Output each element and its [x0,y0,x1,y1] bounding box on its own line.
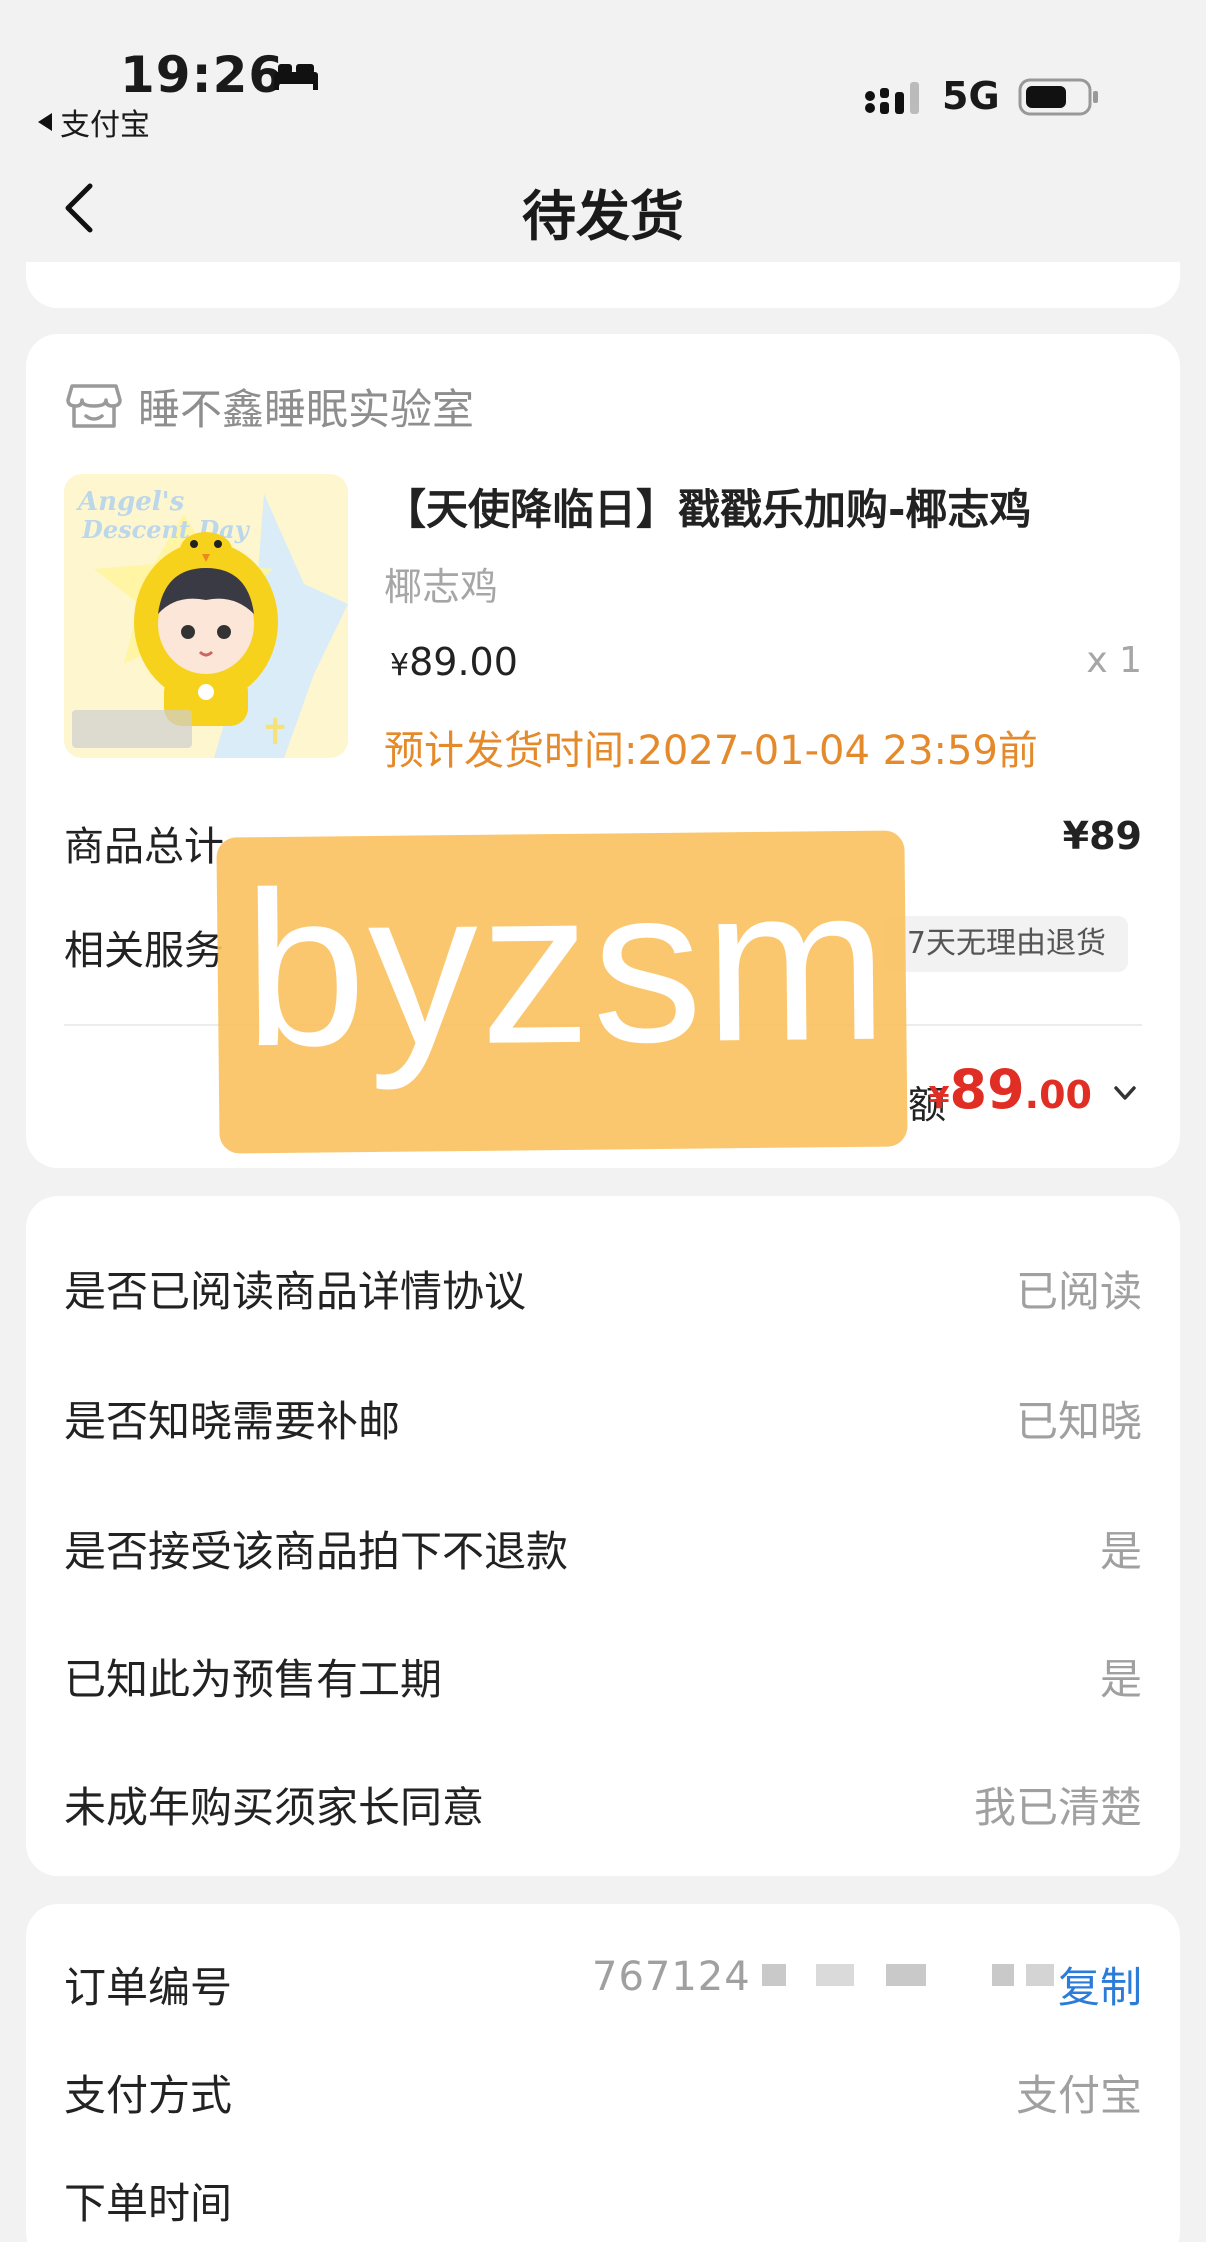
status-bar: 19:26 支付宝 5G [0,0,1206,150]
network-type: 5G [942,74,1000,118]
agreement-row[interactable]: 是否已阅读商品详情协议 已阅读 [64,1258,1142,1318]
order-number-row: 订单编号 767124 复制 [64,1954,1142,2014]
agreements-card: 是否已阅读商品详情协议 已阅读 是否知晓需要补邮 已知晓 是否接受该商品拍下不退… [26,1196,1180,1876]
bed-icon [274,64,318,90]
agreement-answer: 已阅读 [1015,1267,1142,1316]
pay-symbol: ¥ [928,1081,950,1116]
service-tag[interactable]: 7天无理由退货 [884,916,1128,972]
agreement-answer: 已知晓 [1015,1397,1142,1446]
product-title[interactable]: 【天使降临日】戳戳乐加购-椰志鸡 [384,476,1031,537]
product-image[interactable]: Angel's Descent Day ✝ [64,474,348,758]
svg-text:✝: ✝ [260,712,290,753]
chevron-down-icon[interactable] [1112,1082,1138,1104]
total-value: ¥89 [1062,814,1142,858]
battery-icon [1018,78,1098,116]
agreement-row[interactable]: 是否接受该商品拍下不退款 是 [64,1518,1142,1578]
agreement-question: 是否已阅读商品详情协议 [64,1267,527,1316]
shop-row[interactable]: 睡不鑫睡眠实验室 [66,376,474,436]
redaction-block [762,1964,786,1986]
signal-icon [865,82,919,114]
watermark-overlay: byzsm [216,830,908,1154]
status-time: 19:26 [120,46,285,104]
back-to-app-link[interactable]: 支付宝 [38,100,150,144]
product-illustration: Angel's Descent Day ✝ [64,474,348,758]
shop-name: 睡不鑫睡眠实验室 [138,384,475,434]
agreement-question: 是否接受该商品拍下不退款 [64,1527,569,1576]
price-value: 89.00 [409,640,518,684]
product-image-caption: Angel's [75,487,185,517]
pay-method-row: 支付方式 支付宝 [64,2062,1142,2122]
agreement-question: 已知此为预售有工期 [64,1655,443,1704]
order-info-card: 订单编号 767124 复制 支付方式 支付宝 下单时间 [26,1904,1180,2242]
agreement-question: 是否知晓需要补邮 [64,1397,401,1446]
product-spec: 椰志鸡 [384,565,499,609]
shop-icon [66,384,122,428]
pay-amount[interactable]: ¥89.00 [929,1058,1092,1121]
previous-card-bottom [26,262,1180,308]
watermark-text: byzsm [242,839,891,1093]
agreement-answer: 是 [1099,1527,1142,1576]
pay-method-label: 支付方式 [64,2071,233,2120]
redaction-block [992,1964,1014,1986]
redaction-block [816,1964,854,1986]
redaction-block [886,1964,926,1986]
order-number-label: 订单编号 [64,1963,233,2012]
pay-dec: .00 [1024,1073,1092,1117]
order-number-value: 767124 [592,1954,751,2000]
agreement-row[interactable]: 已知此为预售有工期 是 [64,1646,1142,1706]
agreement-answer: 是 [1099,1655,1142,1704]
pay-int: 89 [949,1058,1025,1121]
agreement-question: 未成年购买须家长同意 [64,1783,485,1832]
agreement-row[interactable]: 是否知晓需要补邮 已知晓 [64,1388,1142,1448]
total-label: 商品总计 [64,824,224,870]
price-symbol: ¥ [390,648,410,683]
order-time-label: 下单时间 [64,2179,233,2228]
nav-bar: 待发货 [0,150,1206,260]
agreement-answer: 我已清楚 [973,1783,1142,1832]
product-quantity: x 1 [1086,640,1142,681]
pay-method-value: 支付宝 [1015,2071,1142,2120]
product-price: ¥89.00 [390,640,518,684]
estimated-ship-time: 预计发货时间:2027-01-04 23:59前 [384,728,1038,774]
order-time-row: 下单时间 [64,2170,1142,2230]
agreement-row[interactable]: 未成年购买须家长同意 我已清楚 [64,1774,1142,1834]
page-title: 待发货 [522,185,684,248]
back-app-label: 支付宝 [60,108,150,143]
service-label: 相关服务 [64,928,224,974]
redaction-block [1026,1964,1054,1986]
copy-button[interactable]: 复制 [1058,1954,1142,2015]
back-triangle-icon [38,113,52,131]
